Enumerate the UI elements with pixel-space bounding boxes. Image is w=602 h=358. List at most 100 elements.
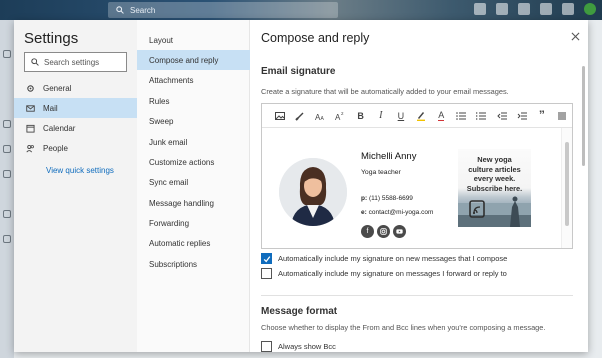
app-icon[interactable] <box>3 170 11 178</box>
app-icon[interactable] <box>3 210 11 218</box>
settings-nav: Settings Search settings General Mail Ca… <box>14 20 137 352</box>
view-quick-settings-link[interactable]: View quick settings <box>46 166 114 175</box>
email-value: contact@mi-yoga.com <box>368 209 434 216</box>
page-title: Compose and reply <box>261 31 370 45</box>
checkbox-unchecked[interactable] <box>261 268 272 279</box>
promo-banner-image[interactable]: New yoga culture articles every week. Su… <box>458 149 531 227</box>
settings-nav-label: Mail <box>43 103 58 113</box>
editor-scrollbar[interactable] <box>561 128 572 248</box>
youtube-icon[interactable] <box>393 225 406 238</box>
checkmark-icon <box>263 255 270 262</box>
mail-nav-layout[interactable]: Layout <box>137 30 250 50</box>
background-panel <box>588 20 602 358</box>
numbering-button[interactable] <box>471 104 491 128</box>
checkbox-label: Always show Bcc <box>278 342 336 351</box>
bell-icon[interactable] <box>518 3 530 15</box>
bullets-button[interactable] <box>451 104 471 128</box>
settings-nav-calendar[interactable]: Calendar <box>14 118 137 138</box>
compose-and-reply-panel: Compose and reply Email signature Create… <box>251 20 588 352</box>
app-icon[interactable] <box>3 120 11 128</box>
top-search-box[interactable]: Search <box>108 2 338 18</box>
indent-icon <box>517 112 527 119</box>
auto-signature-forward-reply[interactable]: Automatically include my signature on me… <box>261 268 507 279</box>
highlight-button[interactable] <box>411 104 431 128</box>
font-size-button[interactable]: AA <box>310 104 330 128</box>
close-button[interactable] <box>569 32 581 44</box>
signature-phone: p: (11) 5588-6699 <box>361 195 413 202</box>
email-signature-heading: Email signature <box>261 66 336 77</box>
settings-nav-people[interactable]: People <box>14 138 137 158</box>
left-app-rail <box>0 20 14 358</box>
mail-nav-junk-email[interactable]: Junk email <box>137 132 250 152</box>
profile-photo <box>279 158 347 226</box>
font-color-icon: A <box>438 109 445 121</box>
mail-nav-rules[interactable]: Rules <box>137 91 250 111</box>
help-icon[interactable] <box>562 3 574 15</box>
mail-settings-nav: Layout Compose and reply Attachments Rul… <box>137 20 250 352</box>
align-button[interactable] <box>552 104 572 128</box>
signature-editor[interactable]: AA A2 B I U A ” Michelli Anny Yoga teach… <box>261 103 573 249</box>
app-icon[interactable] <box>3 235 11 243</box>
search-settings-input[interactable]: Search settings <box>24 52 127 72</box>
mail-nav-customize-actions[interactable]: Customize actions <box>137 152 250 172</box>
decrease-indent-button[interactable] <box>492 104 512 128</box>
scroll-thumb[interactable] <box>582 66 585 166</box>
bold-button[interactable]: B <box>351 104 371 128</box>
mail-nav-automatic-replies[interactable]: Automatic replies <box>137 233 250 253</box>
outdent-icon <box>496 112 507 119</box>
quote-button[interactable]: ” <box>532 104 552 128</box>
mail-nav-compose-and-reply[interactable]: Compose and reply <box>137 50 250 70</box>
instagram-icon[interactable] <box>377 225 390 238</box>
message-format-description: Choose whether to display the From and B… <box>261 323 546 332</box>
phone-label: p: <box>361 195 368 202</box>
promo-photo <box>458 196 531 227</box>
facebook-icon[interactable]: f <box>361 225 374 238</box>
skype-icon[interactable] <box>474 3 486 15</box>
promo-line: every week. <box>473 174 516 183</box>
underline-icon: U <box>397 110 405 121</box>
message-format-heading: Message format <box>261 306 338 317</box>
mail-nav-sweep[interactable]: Sweep <box>137 111 250 131</box>
bullet-list-icon <box>456 111 467 120</box>
image-icon <box>275 111 286 120</box>
top-search-placeholder: Search <box>130 5 156 15</box>
signature-content[interactable]: Michelli Anny Yoga teacher p: (11) 5588-… <box>262 129 562 247</box>
mail-nav-sync-email[interactable]: Sync email <box>137 172 250 192</box>
bold-icon: B <box>357 110 364 121</box>
avatar[interactable] <box>584 3 596 15</box>
format-painter-button[interactable] <box>290 104 310 128</box>
scroll-thumb[interactable] <box>565 142 569 226</box>
checkbox-checked[interactable] <box>261 253 272 264</box>
gear-icon[interactable] <box>540 3 552 15</box>
mail-nav-forwarding[interactable]: Forwarding <box>137 213 250 233</box>
search-icon <box>31 58 39 66</box>
always-show-bcc[interactable]: Always show Bcc <box>261 341 336 352</box>
highlighter-icon <box>417 111 426 121</box>
checkbox-unchecked[interactable] <box>261 341 272 352</box>
content-scrollbar[interactable] <box>581 58 587 352</box>
mail-nav-attachments[interactable]: Attachments <box>137 70 250 90</box>
insert-image-button[interactable] <box>270 104 290 128</box>
numbered-list-icon <box>476 111 487 120</box>
superscript-button[interactable]: A2 <box>330 104 350 128</box>
app-icon[interactable] <box>3 50 11 58</box>
increase-indent-button[interactable] <box>512 104 532 128</box>
italic-button[interactable]: I <box>371 104 391 128</box>
search-settings-placeholder: Search settings <box>44 57 100 67</box>
notes-icon[interactable] <box>496 3 508 15</box>
app-icon[interactable] <box>3 145 11 153</box>
font-color-button[interactable]: A <box>431 104 451 128</box>
auto-signature-new-messages[interactable]: Automatically include my signature on ne… <box>261 253 507 264</box>
mail-nav-subscriptions[interactable]: Subscriptions <box>137 254 250 274</box>
settings-nav-mail[interactable]: Mail <box>14 98 137 118</box>
top-icons <box>474 3 596 15</box>
checkbox-label: Automatically include my signature on ne… <box>278 254 508 263</box>
underline-button[interactable]: U <box>391 104 411 128</box>
superscript-icon: A2 <box>335 111 344 121</box>
close-icon <box>571 32 579 41</box>
section-divider <box>261 295 573 296</box>
settings-nav-general[interactable]: General <box>14 78 137 98</box>
calendar-icon <box>26 124 35 133</box>
settings-nav-label: Calendar <box>43 123 76 133</box>
mail-nav-message-handling[interactable]: Message handling <box>137 193 250 213</box>
